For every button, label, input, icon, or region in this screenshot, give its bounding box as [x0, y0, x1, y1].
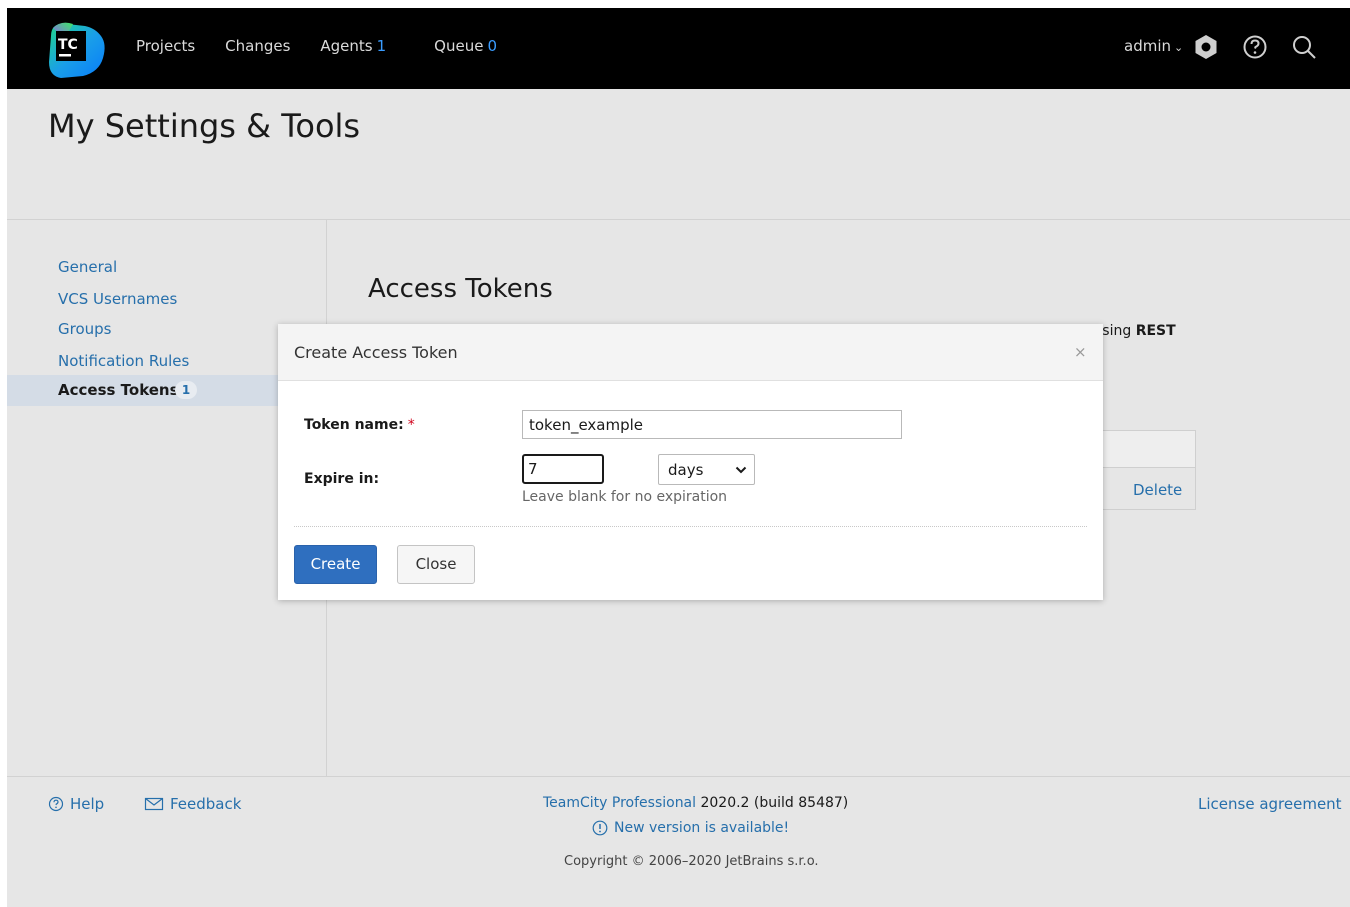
envelope-icon: [144, 797, 164, 811]
token-name-label-text: Token name:: [304, 417, 404, 433]
token-name-input[interactable]: [522, 410, 902, 439]
nav-changes-label: Changes: [225, 37, 291, 55]
info-alert-icon: [592, 820, 608, 836]
app-window: TC Projects Changes Agents 1 Queue 0 admin…: [7, 8, 1350, 907]
new-version-link[interactable]: New version is available!: [592, 820, 789, 836]
nav-projects[interactable]: Projects: [136, 37, 195, 55]
nav-queue[interactable]: Queue 0: [434, 37, 497, 55]
close-icon[interactable]: ×: [1074, 343, 1087, 361]
chevron-down-icon: ⌄: [1174, 41, 1184, 54]
user-name: admin: [1124, 37, 1171, 55]
nav-projects-label: Projects: [136, 37, 196, 55]
top-navigation-bar: TC Projects Changes Agents 1 Queue 0 admin…: [7, 8, 1350, 89]
tokens-table: Delete: [1089, 430, 1196, 510]
nav-agents[interactable]: Agents 1: [320, 37, 386, 55]
close-button[interactable]: Close: [397, 545, 475, 584]
create-button[interactable]: Create: [294, 545, 377, 584]
expire-in-label: Expire in:: [304, 471, 380, 487]
footer-feedback-label: Feedback: [170, 795, 242, 813]
expire-unit-value: days: [668, 461, 704, 479]
section-title: Access Tokens: [368, 274, 553, 304]
nav-agents-label: Agents: [320, 37, 373, 55]
page-footer: Help Feedback TeamCity Professional 2020…: [7, 776, 1350, 907]
main-nav: Projects Changes Agents 1 Queue 0: [136, 37, 527, 55]
nav-queue-label: Queue: [434, 37, 484, 55]
dialog-header: Create Access Token ×: [278, 324, 1103, 381]
sidebar-item-label: Access Tokens: [58, 381, 179, 399]
page-title: My Settings & Tools: [48, 107, 361, 145]
section-description: ssing REST: [1095, 323, 1176, 339]
search-icon[interactable]: [1290, 33, 1318, 61]
agents-count: 1: [376, 37, 387, 55]
expire-in-input[interactable]: [522, 454, 604, 484]
sidebar-item-notification-rules[interactable]: Notification Rules: [58, 352, 189, 370]
chevron-down-icon: [735, 466, 747, 474]
sidebar-item-general[interactable]: General: [58, 258, 117, 276]
user-menu[interactable]: admin ⌄: [1124, 37, 1183, 55]
create-access-token-dialog: Create Access Token × Token name:* Expir…: [278, 324, 1103, 600]
nav-changes[interactable]: Changes: [225, 37, 290, 55]
copyright: Copyright © 2006–2020 JetBrains s.r.o.: [564, 854, 819, 869]
token-name-label: Token name: *: [304, 417, 415, 433]
license-agreement-link[interactable]: License agreement: [1198, 795, 1342, 813]
footer-help-label: Help: [70, 795, 105, 813]
expiration-hint: Leave blank for no expiration: [522, 489, 728, 505]
footer-version: TeamCity Professional 2020.2 (build 8548…: [543, 795, 848, 811]
dialog-title: Create Access Token: [294, 343, 458, 362]
queue-count: 0: [487, 37, 497, 55]
logo-text: TC: [58, 37, 78, 53]
delete-token-link[interactable]: Delete: [1133, 481, 1182, 499]
expire-unit-select[interactable]: days: [658, 454, 755, 485]
description-bold: REST: [1135, 323, 1176, 339]
sidebar-item-groups[interactable]: Groups: [58, 320, 111, 338]
tokens-table-header: [1090, 431, 1195, 468]
new-version-label: New version is available!: [614, 820, 790, 836]
help-icon[interactable]: [1241, 33, 1269, 61]
agent-hexagon-icon[interactable]: [1192, 33, 1220, 61]
teamcity-logo[interactable]: TC: [45, 18, 109, 80]
title-band: My Settings & Tools: [7, 89, 1350, 220]
access-tokens-count-badge: 1: [175, 381, 197, 399]
teamcity-professional-link[interactable]: TeamCity Professional: [543, 795, 696, 811]
help-icon: [48, 796, 64, 812]
dialog-divider: [294, 526, 1087, 527]
footer-help-link[interactable]: Help: [48, 795, 104, 813]
version-text: 2020.2 (build 85487): [696, 795, 849, 811]
footer-feedback-link[interactable]: Feedback: [144, 795, 241, 813]
required-mark: *: [407, 417, 415, 433]
sidebar-item-vcs-usernames[interactable]: VCS Usernames: [58, 290, 177, 308]
